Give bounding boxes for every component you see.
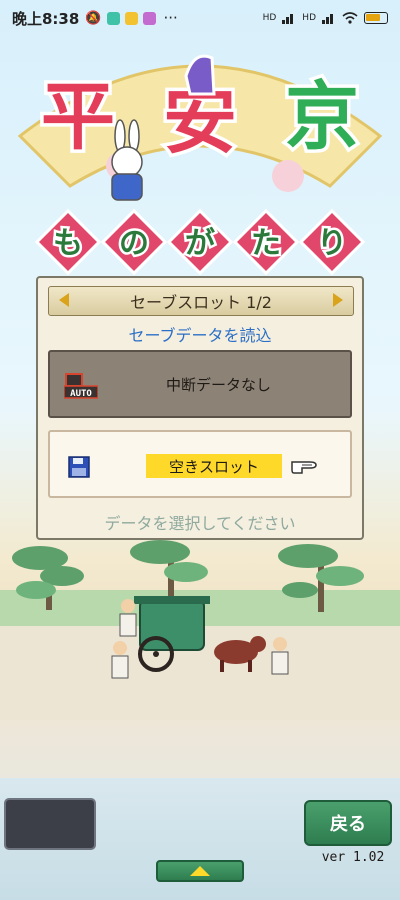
battery-icon [364, 12, 388, 24]
pointing-hand-icon [291, 461, 317, 474]
slot-header: セーブスロット 1/2 [48, 286, 354, 316]
status-time: 晚上8:38 [12, 9, 80, 28]
status-bar: 晚上8:38 🔕 ··· HD HD [0, 0, 400, 36]
signal-icon [322, 14, 333, 24]
hat-icon [184, 54, 216, 96]
title-char-1: 平 [41, 74, 115, 160]
title-char-3: 京 [285, 74, 359, 160]
auto-icon-label: AUTO [70, 389, 92, 399]
prev-slot-arrow-icon[interactable] [59, 293, 69, 307]
version-label: ver 1.02 [321, 850, 385, 865]
subtitle-char-2: の [119, 226, 149, 261]
mute-icon: 🔕 [85, 10, 102, 26]
more-notifications-icon: ··· [163, 9, 178, 27]
up-arrow-icon [190, 866, 210, 876]
person-figure [111, 641, 129, 679]
app-notification-icon [106, 11, 120, 25]
empty-slot-label: 空きスロット [146, 454, 282, 478]
subtitle-char-4: た [251, 226, 281, 261]
auto-save-icon: AUTO [64, 373, 98, 399]
load-title: セーブデータを読込 [128, 326, 272, 345]
subtitle-char-5: り [317, 226, 347, 261]
auto-save-slot[interactable]: AUTO 中断データなし [48, 350, 352, 418]
empty-save-slot[interactable]: 空きスロット [48, 430, 352, 498]
subtitle-char-1: も [53, 226, 83, 261]
subtitle-tile: た [232, 208, 300, 276]
subtitle-tile: り [298, 208, 366, 276]
app-notification-icon [142, 11, 156, 25]
subtitle-char-3: が [185, 226, 215, 261]
subtitle-tile: が [166, 208, 234, 276]
signal-icon [282, 14, 294, 24]
subtitle-tile: の [100, 208, 168, 276]
subtitle-tile: も [34, 208, 102, 276]
auto-slot-label: 中断データなし [166, 376, 272, 394]
app-notification-icon [124, 11, 138, 25]
signal-hd-label: HD [262, 13, 277, 23]
next-slot-arrow-icon[interactable] [333, 293, 343, 307]
slot-header-label: セーブスロット 1/2 [130, 293, 272, 312]
wifi-icon [342, 12, 358, 24]
floppy-disk-icon [68, 456, 90, 478]
blossom-icon [272, 160, 304, 192]
person-figure [119, 599, 137, 637]
scroll-up-button[interactable] [156, 860, 244, 882]
background-scene [0, 540, 400, 720]
left-menu-button[interactable] [4, 798, 96, 850]
save-panel: セーブスロット 1/2 セーブデータを読込 AUTO 中断データなし 空きスロッ… [36, 276, 364, 540]
back-button[interactable]: 戻る [304, 800, 392, 846]
signal-hd-label: HD [302, 13, 316, 23]
game-logo: 平 安 京 も の が た り [17, 54, 383, 276]
person-figure [271, 637, 289, 675]
